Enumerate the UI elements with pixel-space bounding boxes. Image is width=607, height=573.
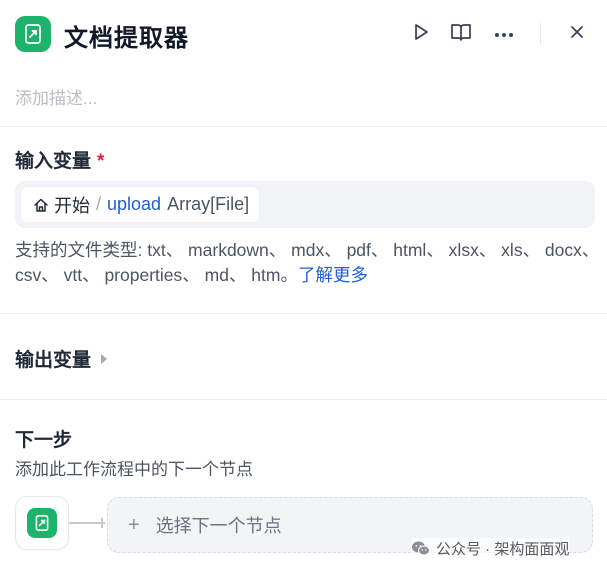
plus-icon: + xyxy=(128,513,140,536)
wechat-icon xyxy=(411,540,431,557)
header-separator xyxy=(540,23,541,45)
description-input[interactable]: 添加描述... xyxy=(15,84,97,109)
close-button[interactable] xyxy=(563,20,591,48)
more-options-button[interactable] xyxy=(490,20,518,48)
divider xyxy=(0,126,607,127)
document-extractor-icon xyxy=(27,508,57,538)
play-icon xyxy=(411,22,431,47)
next-step-title: 下一步 xyxy=(15,430,73,451)
watermark: 公众号 · 架构面面观 xyxy=(411,538,570,559)
panel-header: 文档提取器 xyxy=(0,0,607,70)
book-open-icon xyxy=(450,22,472,47)
node-connector-end xyxy=(101,518,103,528)
input-variable-selector[interactable]: 开始 / upload Array[File] xyxy=(15,181,595,228)
input-variables-title: 输入变量 * xyxy=(15,146,104,173)
select-next-node-label: 选择下一个节点 xyxy=(155,516,282,536)
home-icon xyxy=(33,197,49,213)
watermark-text: 公众号 · 架构面面观 xyxy=(436,541,570,558)
required-mark: * xyxy=(97,151,105,172)
node-connector xyxy=(69,522,105,524)
divider xyxy=(0,313,607,314)
variable-node-name: 开始 xyxy=(54,195,90,216)
learn-more-link[interactable]: 了解更多 xyxy=(298,265,368,285)
document-extractor-icon xyxy=(15,16,51,52)
run-button[interactable] xyxy=(407,20,435,48)
supported-file-types: 支持的文件类型: txt、 markdown、 mdx、 pdf、 html、 … xyxy=(15,238,600,288)
input-variables-label: 输入变量 xyxy=(15,151,92,172)
divider xyxy=(0,399,607,400)
variable-separator: / xyxy=(96,194,102,214)
more-horizontal-icon xyxy=(494,25,514,43)
next-step-subtitle: 添加此工作流程中的下一个节点 xyxy=(15,460,253,479)
variable-name: upload xyxy=(107,194,162,214)
current-node-icon xyxy=(15,496,69,550)
node-title[interactable]: 文档提取器 xyxy=(64,18,189,53)
variable-type: Array[File] xyxy=(167,194,250,214)
variable-chip[interactable]: 开始 / upload Array[File] xyxy=(21,187,260,222)
help-docs-button[interactable] xyxy=(447,20,475,48)
close-icon xyxy=(570,25,584,44)
chevron-right-icon xyxy=(101,353,108,364)
output-variables-toggle[interactable]: 输出变量 xyxy=(15,345,108,372)
output-variables-label: 输出变量 xyxy=(15,350,92,371)
